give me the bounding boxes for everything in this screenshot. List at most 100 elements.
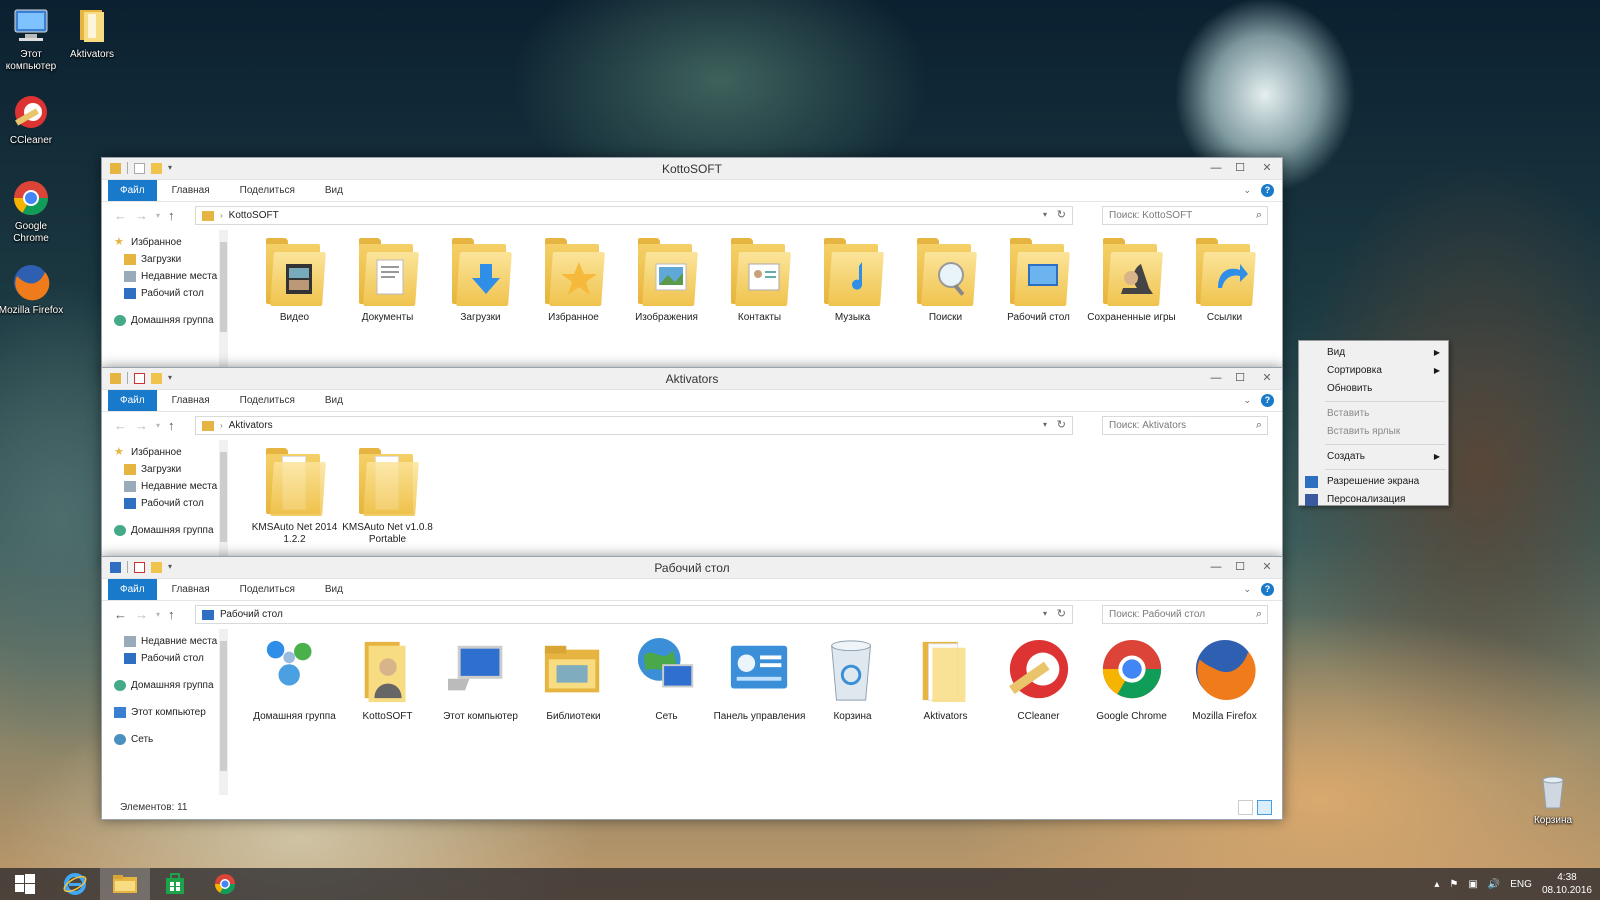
- taskbar-store[interactable]: [150, 868, 200, 900]
- file-item[interactable]: Корзина: [806, 627, 899, 797]
- title-bar[interactable]: ▾ Aktivators — ☐ ✕: [102, 368, 1282, 390]
- chevron-down-icon[interactable]: ▾: [1043, 609, 1047, 618]
- file-item[interactable]: KMSAuto Net 2014 1.2.2: [248, 438, 341, 558]
- file-item[interactable]: Загрузки: [434, 228, 527, 372]
- navigation-pane[interactable]: ★ Избранное Загрузки Недавние места Рабоч…: [102, 228, 232, 372]
- details-view-button[interactable]: [1238, 800, 1253, 815]
- nav-item-favorites[interactable]: ★ Избранное: [114, 444, 232, 461]
- expand-ribbon-icon[interactable]: ⌄: [1243, 185, 1251, 196]
- file-item[interactable]: Mozilla Firefox: [1178, 627, 1271, 797]
- taskbar-chrome[interactable]: [200, 868, 250, 900]
- file-item[interactable]: Видео: [248, 228, 341, 372]
- tab-view[interactable]: Вид: [310, 579, 358, 600]
- refresh-icon[interactable]: ↻: [1057, 607, 1066, 620]
- nav-item-desktop[interactable]: Рабочий стол: [114, 285, 232, 302]
- up-button[interactable]: ↑: [168, 607, 175, 622]
- title-bar[interactable]: ▾ Рабочий стол — ☐ ✕: [102, 557, 1282, 579]
- action-center-flag-icon[interactable]: ⚑: [1449, 879, 1458, 890]
- menu-item-screen-resolution[interactable]: Разрешение экрана: [1299, 473, 1448, 491]
- address-bar[interactable]: › Aktivators ▾ ↻: [195, 416, 1073, 435]
- desktop-icon-recycle-bin[interactable]: Корзина: [1520, 772, 1586, 827]
- desktop-icon-aktivators[interactable]: Aktivators: [59, 6, 125, 61]
- tab-home[interactable]: Главная: [157, 180, 225, 201]
- file-item[interactable]: Ссылки: [1178, 228, 1271, 372]
- up-button[interactable]: ↑: [168, 418, 175, 433]
- file-item[interactable]: CCleaner: [992, 627, 1085, 797]
- file-item[interactable]: Домашняя группа: [248, 627, 341, 797]
- back-button[interactable]: ←: [114, 607, 127, 622]
- close-button[interactable]: ✕: [1252, 368, 1282, 388]
- file-item[interactable]: Документы: [341, 228, 434, 372]
- explorer-window-desktop[interactable]: ▾ Рабочий стол — ☐ ✕ Файл Главная Подели…: [101, 556, 1283, 820]
- file-item[interactable]: Музыка: [806, 228, 899, 372]
- chevron-down-icon[interactable]: ▾: [1043, 210, 1047, 219]
- show-hidden-icons-icon[interactable]: ▴: [1434, 879, 1439, 890]
- breadcrumb-item[interactable]: KottoSOFT: [229, 210, 279, 221]
- tab-share[interactable]: Поделиться: [225, 180, 310, 201]
- minimize-button[interactable]: —: [1204, 158, 1228, 178]
- file-item[interactable]: Библиотеки: [527, 627, 620, 797]
- nav-scrollbar[interactable]: [219, 230, 228, 371]
- search-input[interactable]: Поиск: Aktivators ⌕: [1102, 416, 1268, 435]
- nav-item-desktop[interactable]: Рабочий стол: [114, 650, 232, 667]
- tab-share[interactable]: Поделиться: [225, 390, 310, 411]
- forward-button[interactable]: →: [135, 418, 148, 433]
- breadcrumb-item[interactable]: Рабочий стол: [220, 609, 283, 620]
- breadcrumb-item[interactable]: Aktivators: [229, 420, 273, 431]
- desktop-icon-chrome[interactable]: Google Chrome: [0, 178, 64, 245]
- nav-item-downloads[interactable]: Загрузки: [114, 251, 232, 268]
- navigation-pane[interactable]: ★ Избранное Загрузки Недавние места Рабоч…: [102, 438, 232, 558]
- desktop-icon-ccleaner[interactable]: CCleaner: [0, 92, 64, 147]
- maximize-button[interactable]: ☐: [1228, 557, 1252, 577]
- nav-item-network[interactable]: Сеть: [114, 731, 232, 748]
- tab-file[interactable]: Файл: [108, 180, 157, 201]
- file-item[interactable]: KMSAuto Net v1.0.8 Portable: [341, 438, 434, 558]
- clock[interactable]: 4:38 08.10.2016: [1542, 871, 1592, 897]
- file-item[interactable]: Этот компьютер: [431, 627, 527, 797]
- chevron-down-icon[interactable]: ▾: [1043, 420, 1047, 429]
- recent-dropdown-icon[interactable]: ▾: [156, 610, 160, 619]
- file-item[interactable]: Контакты: [713, 228, 806, 372]
- refresh-icon[interactable]: ↻: [1057, 418, 1066, 431]
- file-item[interactable]: Aktivators: [899, 627, 992, 797]
- file-item[interactable]: Google Chrome: [1085, 627, 1178, 797]
- tab-home[interactable]: Главная: [157, 390, 225, 411]
- nav-item-homegroup[interactable]: Домашняя группа: [114, 522, 232, 539]
- recent-dropdown-icon[interactable]: ▾: [156, 421, 160, 430]
- search-input[interactable]: Поиск: KottoSOFT ⌕: [1102, 206, 1268, 225]
- file-item[interactable]: Сохраненные игры: [1085, 228, 1178, 372]
- address-bar[interactable]: Рабочий стол ▾ ↻: [195, 605, 1073, 624]
- help-icon[interactable]: ?: [1261, 184, 1274, 197]
- tab-view[interactable]: Вид: [310, 390, 358, 411]
- file-item[interactable]: Сеть: [620, 627, 713, 797]
- volume-icon[interactable]: 🔊: [1488, 879, 1500, 890]
- nav-item-this-pc[interactable]: Этот компьютер: [114, 704, 232, 721]
- taskbar-internet-explorer[interactable]: [50, 868, 100, 900]
- network-icon[interactable]: ▣: [1468, 879, 1477, 890]
- nav-item-favorites[interactable]: ★ Избранное: [114, 234, 232, 251]
- nav-item-recent[interactable]: Недавние места: [114, 268, 232, 285]
- maximize-button[interactable]: ☐: [1228, 158, 1252, 178]
- menu-item-refresh[interactable]: Обновить: [1299, 380, 1448, 398]
- language-indicator[interactable]: ENG: [1510, 879, 1532, 890]
- menu-item-personalize[interactable]: Персонализация: [1299, 491, 1448, 509]
- explorer-window-kottosoft[interactable]: ▾ KottoSOFT — ☐ ✕ Файл Главная Поделитьс…: [101, 157, 1283, 373]
- nav-item-homegroup[interactable]: Домашняя группа: [114, 312, 232, 329]
- help-icon[interactable]: ?: [1261, 394, 1274, 407]
- navigation-pane[interactable]: Недавние места Рабочий стол Домашняя гру…: [102, 627, 232, 797]
- back-button[interactable]: ←: [114, 418, 127, 433]
- forward-button[interactable]: →: [135, 208, 148, 223]
- expand-ribbon-icon[interactable]: ⌄: [1243, 584, 1251, 595]
- maximize-button[interactable]: ☐: [1228, 368, 1252, 388]
- minimize-button[interactable]: —: [1204, 557, 1228, 577]
- menu-item-sort[interactable]: Сортировка ▶: [1299, 362, 1448, 380]
- tab-file[interactable]: Файл: [108, 390, 157, 411]
- up-button[interactable]: ↑: [168, 208, 175, 223]
- refresh-icon[interactable]: ↻: [1057, 208, 1066, 221]
- breadcrumb-separator-icon[interactable]: ›: [220, 211, 223, 220]
- tab-view[interactable]: Вид: [310, 180, 358, 201]
- menu-item-new[interactable]: Создать ▶: [1299, 448, 1448, 466]
- back-button[interactable]: ←: [114, 208, 127, 223]
- taskbar-file-explorer[interactable]: [100, 868, 150, 900]
- start-button[interactable]: [0, 868, 50, 900]
